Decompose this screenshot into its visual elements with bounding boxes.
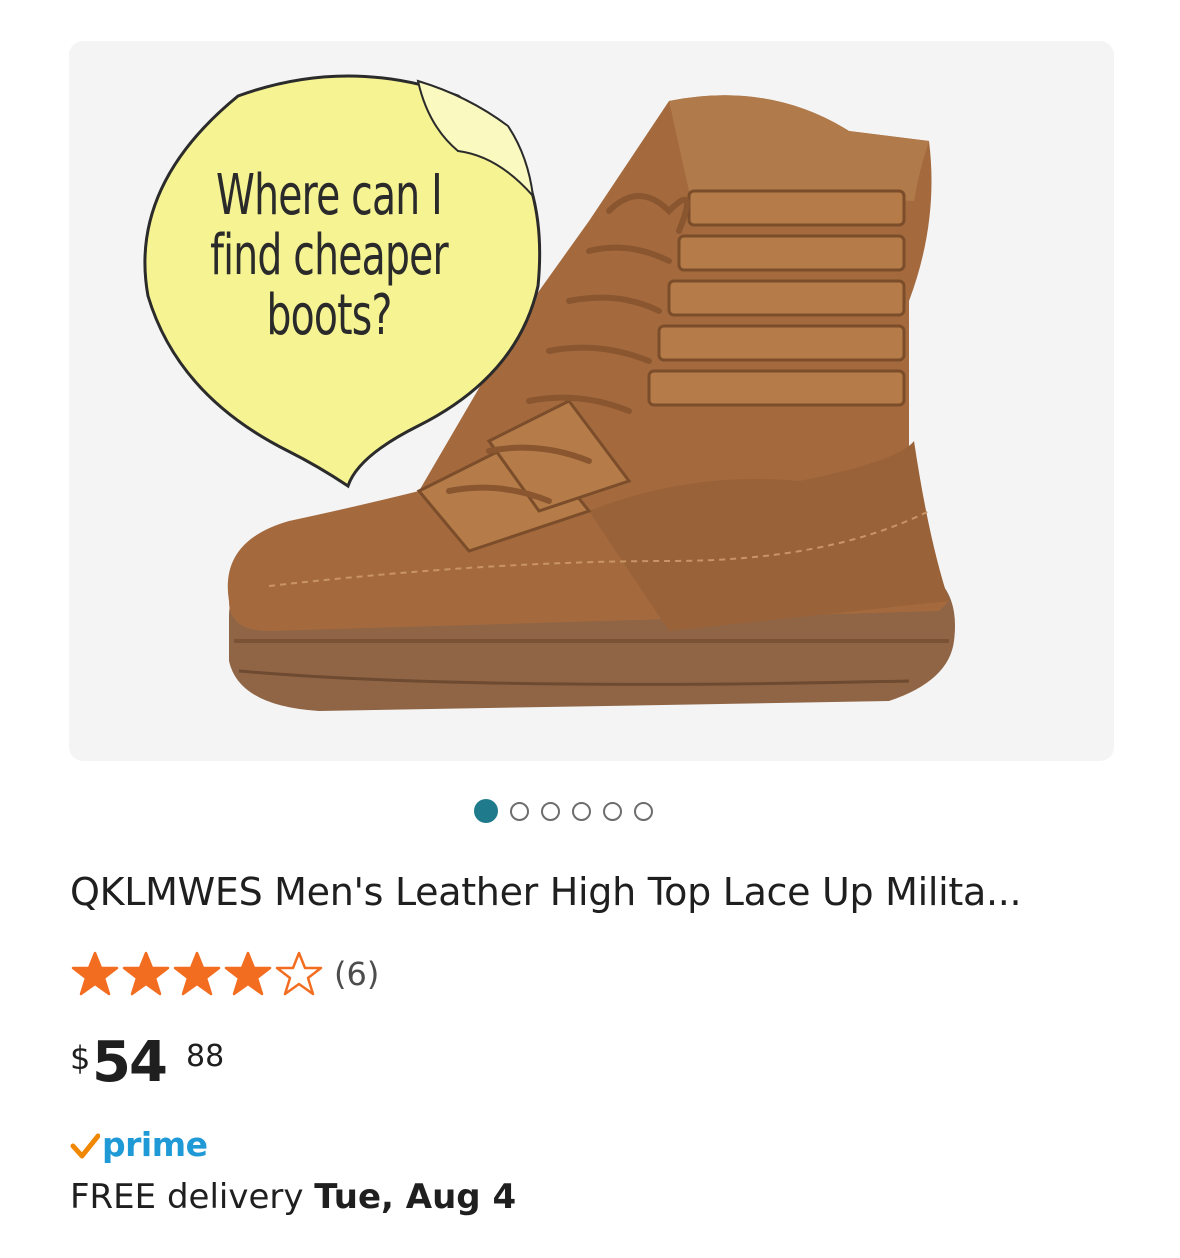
- price-whole: 54: [92, 1030, 168, 1095]
- star-rating: [70, 950, 324, 998]
- product-title[interactable]: QKLMWES Men's Leather High Top Lace Up M…: [70, 870, 1130, 914]
- prime-check-icon: [70, 1133, 100, 1159]
- carousel-dot-1[interactable]: [474, 799, 498, 823]
- review-count[interactable]: (6): [334, 955, 379, 993]
- carousel-dot-5[interactable]: [603, 801, 622, 821]
- sticky-note-line: boots?: [266, 283, 392, 348]
- sticky-note-text: Where can I find cheaper boots?: [200, 166, 457, 346]
- star-filled-icon: [224, 951, 272, 996]
- star-filled-icon: [122, 951, 170, 996]
- carousel-dot-2[interactable]: [510, 801, 529, 821]
- star-filled-icon: [71, 951, 119, 996]
- prime-label: prime: [102, 1124, 208, 1164]
- rating-row[interactable]: (6): [70, 950, 379, 998]
- sticky-note-line: find cheaper: [210, 223, 449, 288]
- delivery-info: FREE delivery Tue, Aug 4: [70, 1177, 516, 1217]
- delivery-date: Tue, Aug 4: [314, 1177, 517, 1217]
- sticky-note-line: Where can I: [216, 163, 443, 228]
- delivery-prefix: FREE delivery: [70, 1177, 315, 1217]
- image-carousel-dots: [474, 797, 653, 825]
- prime-badge: prime: [70, 1124, 208, 1164]
- price-fraction: 88: [186, 1039, 225, 1074]
- carousel-dot-4[interactable]: [572, 801, 591, 821]
- price-currency-symbol: $: [70, 1039, 91, 1077]
- star-empty-icon: [275, 951, 323, 996]
- star-filled-icon: [173, 951, 221, 996]
- carousel-dot-3[interactable]: [541, 801, 560, 821]
- carousel-dot-6[interactable]: [634, 801, 653, 821]
- product-image[interactable]: Where can I find cheaper boots?: [69, 41, 1114, 761]
